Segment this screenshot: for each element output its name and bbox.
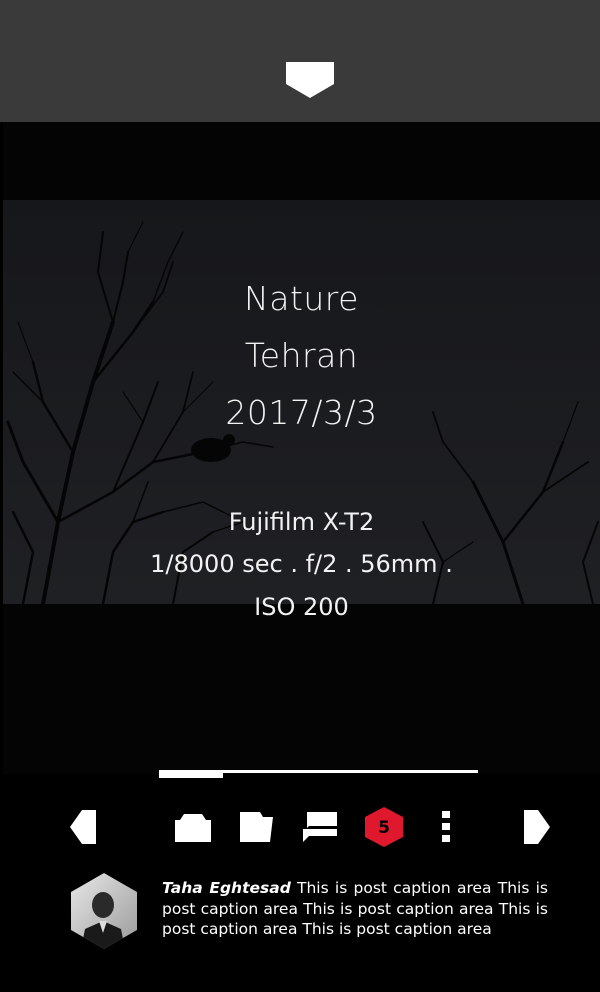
next-button[interactable] [524,810,550,849]
more-vertical-icon [442,811,450,842]
hexagon-badge-icon: 5 [365,807,403,847]
folder-icon [240,812,273,842]
camera-icon [175,814,211,842]
chevron-down-icon [286,62,334,98]
author-avatar[interactable] [71,873,137,949]
arrow-left-icon [70,810,96,844]
comment-icon [303,812,337,842]
photo-camera: Fujifilm X-T2 [228,508,375,536]
collapse-button[interactable] [286,62,334,100]
photo-settings: 1/8000 sec . f/2 . 56mm . [150,550,453,578]
progress-fill [159,770,223,778]
comments-button[interactable] [303,812,337,847]
photo-category: Nature [244,279,359,318]
camera-button[interactable] [175,812,211,847]
photo-iso: ISO 200 [254,593,349,621]
author-name[interactable]: Taha Eghtesad [162,879,291,897]
more-options-button[interactable] [441,811,451,848]
photo-location: Tehran [244,336,359,375]
badge-count: 5 [378,818,390,838]
notification-badge[interactable]: 5 [365,807,403,852]
top-bar [0,0,600,122]
folder-button[interactable] [240,812,273,847]
photo-viewer: Nature Tehran 2017/3/3 Fujifilm X-T2 1/8… [3,122,600,774]
photo-date: 2017/3/3 [225,393,378,432]
avatar-image [71,873,137,949]
photo-image [3,122,600,774]
previous-button[interactable] [70,810,96,849]
post-caption: Taha Eghtesad This is post caption area … [162,878,548,940]
arrow-right-icon [524,810,550,844]
